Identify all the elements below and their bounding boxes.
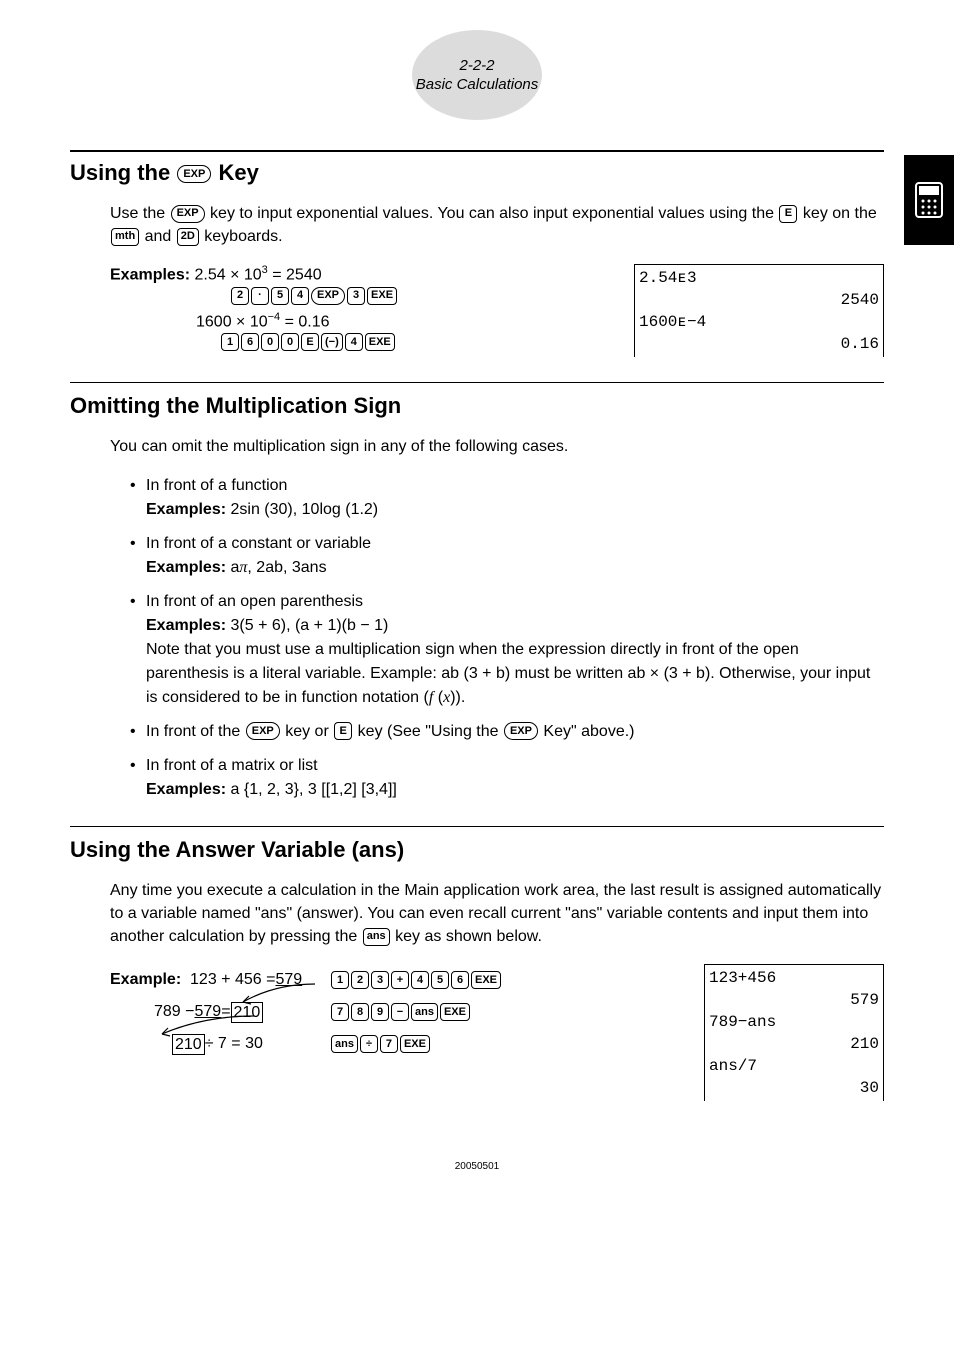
e-key-icon: E	[334, 722, 352, 740]
mth-key-icon: mth	[111, 228, 139, 246]
list-item: In front of a function Examples: 2sin (3…	[130, 474, 884, 522]
key-sequence: ans÷7EXE	[330, 1028, 530, 1060]
page-header-badge: 2-2-2 Basic Calculations	[412, 30, 542, 120]
exp-key-icon: EXP	[504, 722, 538, 740]
section-heading-omit: Omitting the Multiplication Sign	[70, 393, 884, 419]
section-heading-ans: Using the Answer Variable (ans)	[70, 837, 884, 863]
key-sequence-1: 2·54EXP3EXE	[230, 287, 398, 305]
arrow-icon	[154, 1014, 264, 1042]
section-heading-exp: Using the EXP Key	[70, 160, 884, 186]
list-item: In front of an open parenthesis Examples…	[130, 590, 884, 710]
exp-intro: Use the EXP key to input exponential val…	[110, 202, 884, 248]
key-sequence: 789−ansEXE	[330, 996, 530, 1028]
divider	[70, 382, 884, 383]
footer-date: 20050501	[70, 1161, 884, 1172]
ans-key-icon: ans	[363, 928, 390, 946]
omit-intro: You can omit the multiplication sign in …	[110, 435, 884, 458]
list-item: In front of the EXP key or E key (See "U…	[130, 720, 884, 744]
divider	[70, 826, 884, 827]
exp-key-icon: EXP	[171, 205, 205, 223]
exp-key-icon: EXP	[177, 165, 211, 183]
list-item: In front of a matrix or list Examples: a…	[130, 754, 884, 802]
ans-example: Example: 123 + 456 = 579 789 − 579 = 210…	[110, 964, 884, 1101]
key-sequence: 123+456EXE	[330, 964, 530, 996]
exp-examples: Examples: 2.54 × 103 = 2540 2·54EXP3EXE …	[110, 264, 398, 357]
exp-key-icon: EXP	[246, 722, 280, 740]
omit-list: In front of a function Examples: 2sin (3…	[130, 474, 884, 802]
page-number: 2-2-2	[459, 56, 494, 76]
ans-intro: Any time you execute a calculation in th…	[110, 879, 884, 949]
page-title: Basic Calculations	[416, 75, 539, 95]
divider	[70, 150, 884, 152]
calc-screen-exp: 2.54ᴇ3 2540 1600ᴇ−4 0.16	[634, 264, 884, 357]
key-sequence-2: 1600E(−)4EXE	[220, 333, 398, 351]
2d-key-icon: 2D	[177, 228, 199, 246]
calc-screen-ans: 123+456 579 789−ans 210 ans/7 30	[704, 964, 884, 1101]
e-key-icon: E	[779, 205, 797, 223]
list-item: In front of a constant or variable Examp…	[130, 532, 884, 580]
